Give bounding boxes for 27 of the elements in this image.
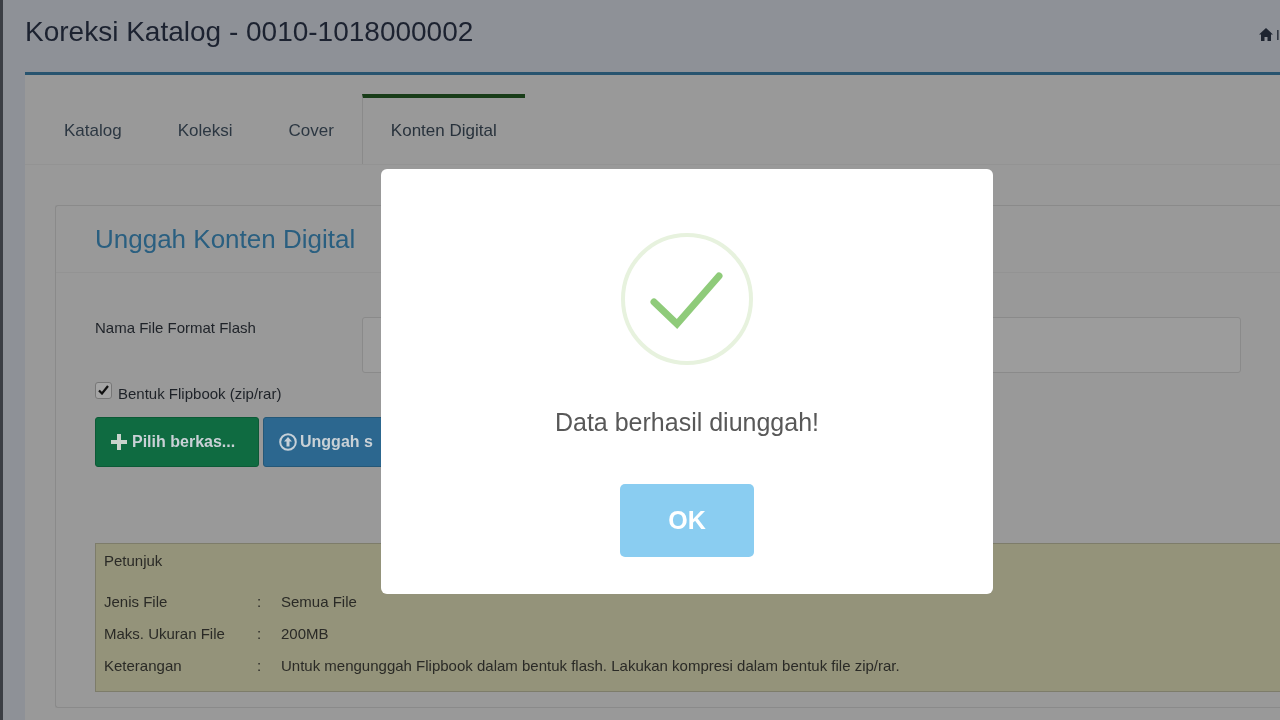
tab[interactable]: Cover: [260, 94, 362, 164]
home-icon: [1258, 27, 1273, 41]
hint-separator: :: [257, 656, 263, 675]
hint-value: 200MB: [281, 624, 329, 643]
breadcrumb-link[interactable]: I: [1275, 26, 1280, 42]
upload-circle-icon: [279, 432, 297, 451]
hint-label: Keterangan: [104, 656, 183, 675]
hint-separator: :: [257, 592, 263, 611]
choose-files-button[interactable]: Pilih berkas...: [95, 416, 259, 467]
plus-icon: [111, 433, 127, 450]
hint-separator: :: [257, 624, 263, 643]
tab[interactable]: Katalog: [36, 94, 150, 164]
check-icon: [98, 385, 109, 396]
panel-title: Unggah Konten Digital: [95, 224, 357, 254]
hint-value: Untuk mengunggah Flipbook dalam bentuk flash. Lakukan kompresi dalam bentuk file zip/rar.: [281, 656, 900, 675]
hint-title: Petunjuk: [104, 550, 164, 571]
field-label: Nama File Format Flash: [95, 318, 257, 338]
success-check-icon: [620, 232, 754, 366]
tab[interactable]: Konten Digital: [361, 94, 525, 164]
hint-label: Jenis File: [104, 592, 169, 611]
hint-value: Semua File: [281, 592, 357, 611]
checkbox-label: Bentuk Flipbook (zip/rar): [118, 384, 282, 404]
hint-label: Maks. Ukuran File: [104, 624, 226, 643]
checkbox[interactable]: [95, 381, 112, 399]
tab[interactable]: Koleksi: [149, 94, 261, 164]
page-title: Koreksi Katalog - 0010-1018000002: [25, 18, 474, 49]
dialog-message: Data berhasil diunggah!: [554, 407, 820, 437]
